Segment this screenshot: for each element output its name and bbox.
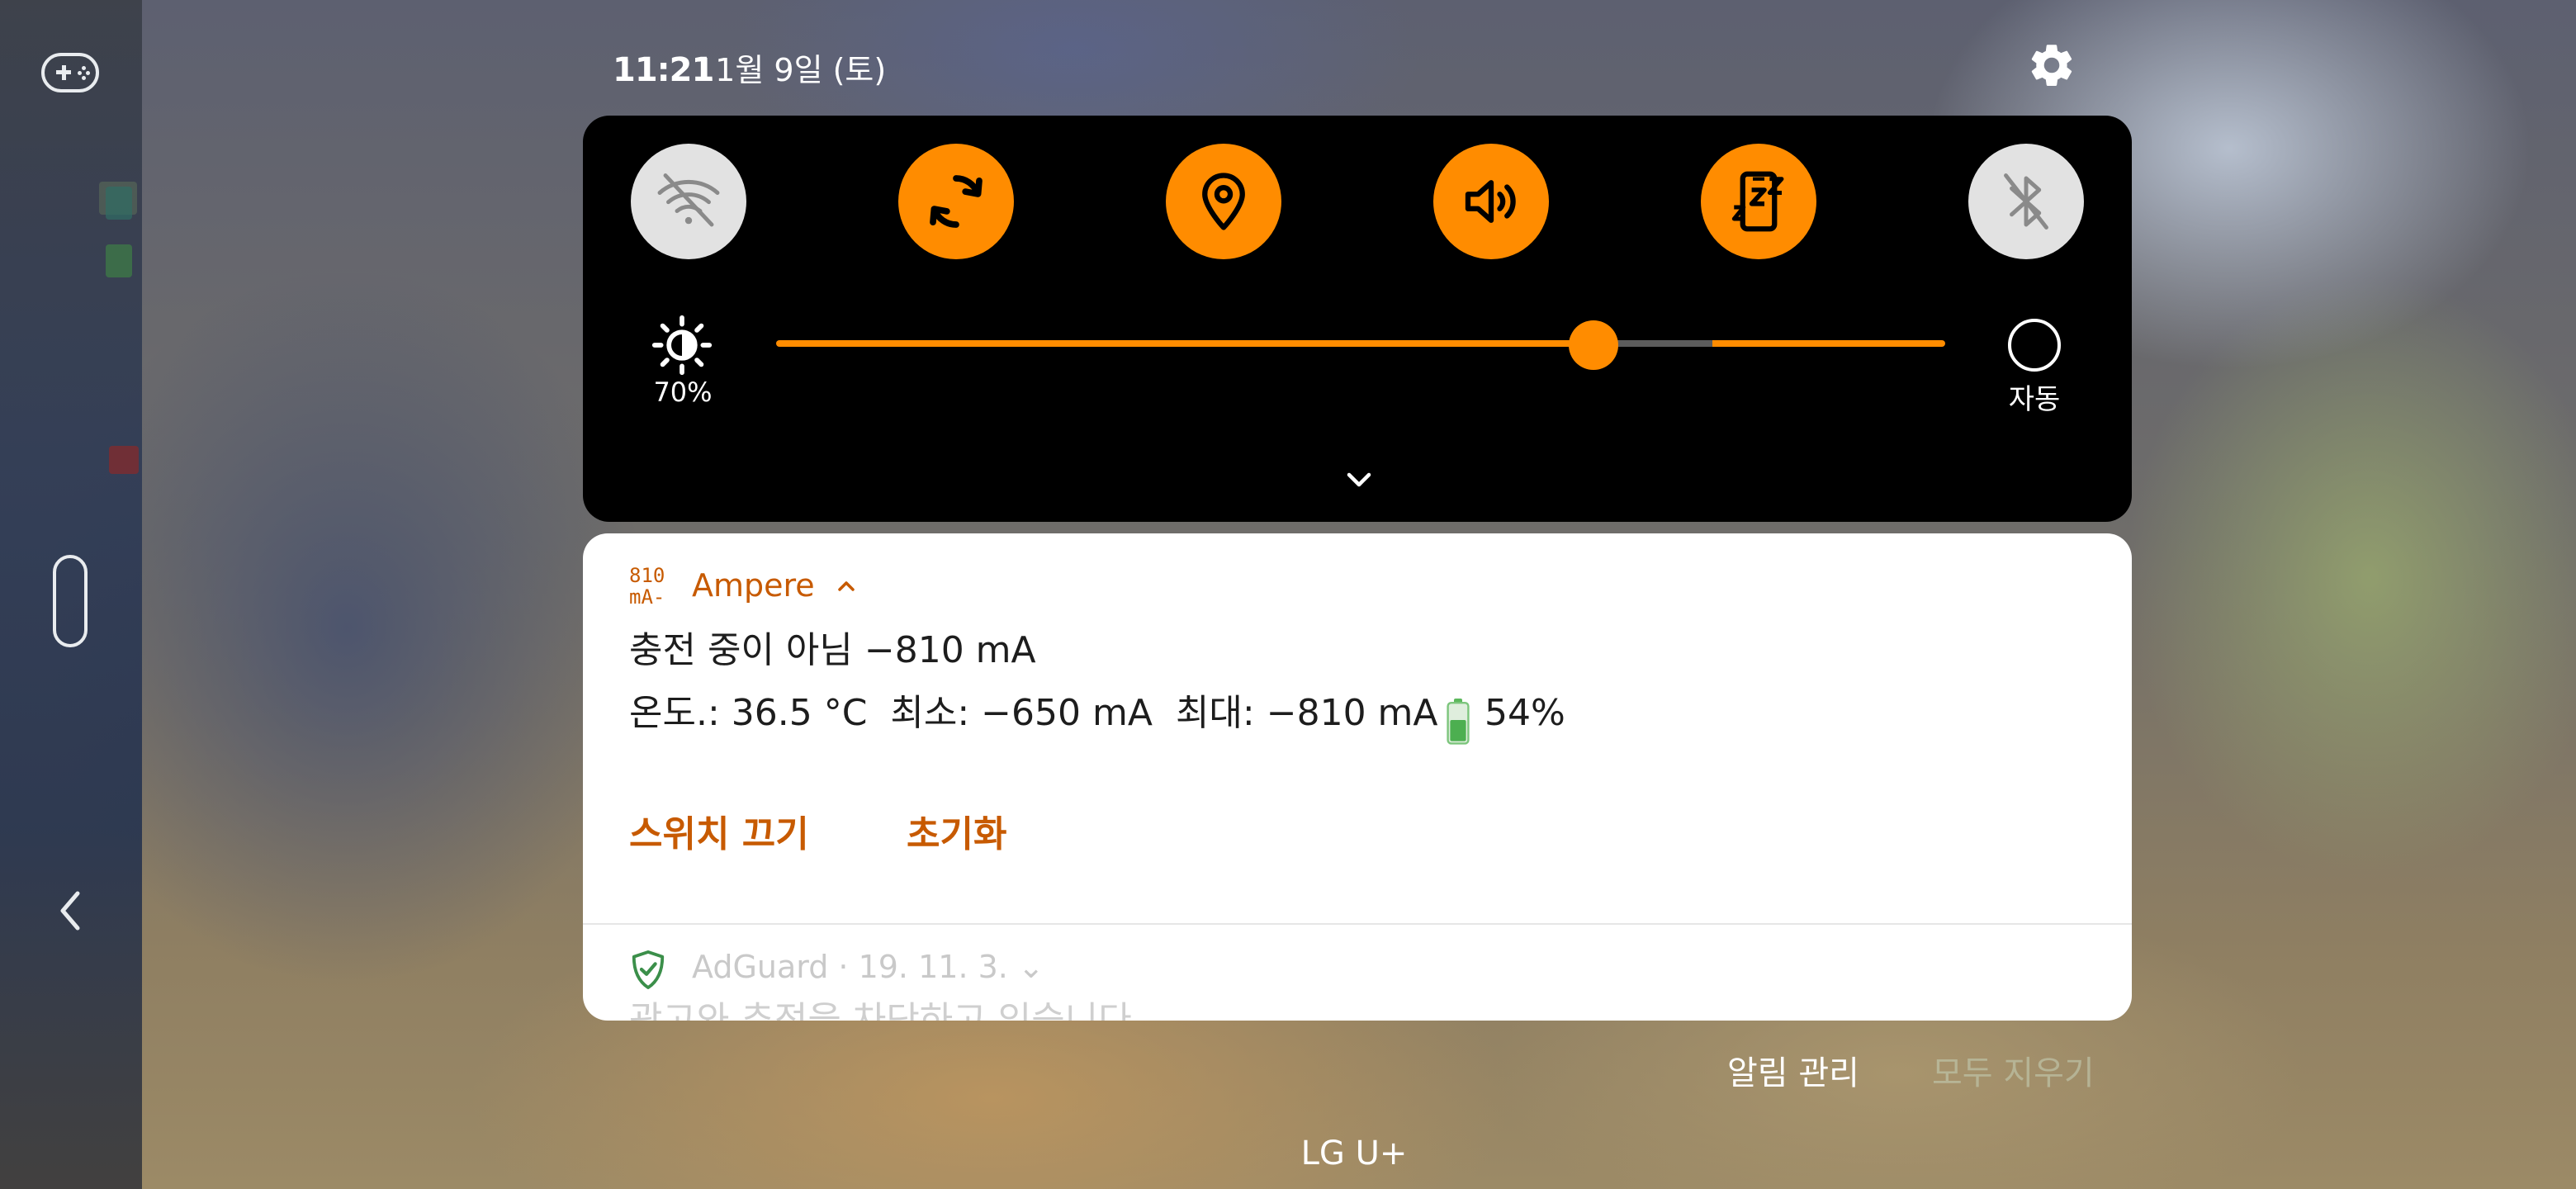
wifi-tile[interactable] bbox=[631, 144, 746, 259]
battery-icon bbox=[1447, 699, 1470, 745]
switch-off-button[interactable]: 스위치 끄기 bbox=[629, 808, 809, 862]
speaker-icon bbox=[1465, 180, 1516, 223]
auto-brightness-label: 자동 bbox=[2008, 383, 2061, 416]
notification-title: 충전 중이 아님 −810 mA bbox=[629, 629, 1036, 671]
location-pin-icon bbox=[1202, 173, 1245, 230]
bluetooth-tile[interactable] bbox=[1968, 144, 2084, 259]
gear-icon[interactable] bbox=[2026, 40, 2077, 91]
shield-check-icon bbox=[632, 950, 665, 989]
bluetooth-off-icon bbox=[2004, 173, 2048, 230]
side-handle[interactable] bbox=[53, 555, 88, 647]
game-tile bbox=[109, 446, 139, 474]
game-tile bbox=[106, 187, 132, 220]
reset-button[interactable]: 초기화 bbox=[907, 808, 1006, 862]
notification-app-name: Ampere bbox=[692, 567, 815, 604]
date: 11월 9일 (토) bbox=[695, 52, 887, 88]
battery-percent: 54% bbox=[1485, 692, 1565, 734]
quick-settings-panel: 70% 자동 bbox=[583, 116, 2132, 522]
carrier-label: LG U+ bbox=[1300, 1135, 1408, 1172]
brightness-value: 70% bbox=[653, 377, 713, 408]
chevron-up-icon[interactable] bbox=[836, 578, 857, 593]
wifi-off-icon bbox=[657, 173, 720, 227]
back-chevron-icon[interactable] bbox=[58, 890, 83, 931]
sound-tile[interactable] bbox=[1433, 144, 1549, 259]
notification-detail: 온도.: 36.5 °C 최소: −650 mA 최대: −810 mA bbox=[629, 692, 1438, 734]
game-tile bbox=[106, 244, 132, 277]
expand-chevron-icon[interactable] bbox=[1342, 467, 1376, 492]
gamepad-icon[interactable] bbox=[41, 53, 99, 92]
location-tile[interactable] bbox=[1166, 144, 1281, 259]
ampere-icon-bottom: mA- bbox=[629, 585, 665, 609]
adguard-notification-body: 광고와 추적을 차단하고 있습니다 bbox=[629, 999, 1132, 1021]
rotate-icon bbox=[930, 175, 983, 228]
brightness-slider[interactable] bbox=[776, 340, 1945, 347]
clear-all-button[interactable]: 모두 지우기 bbox=[1932, 1050, 2095, 1097]
adguard-notification-header: AdGuard · 19. 11. 3. ⌄ bbox=[692, 949, 1044, 985]
brightness-icon bbox=[651, 315, 713, 376]
divider bbox=[583, 923, 2132, 925]
brightness-slider-thumb[interactable] bbox=[1569, 320, 1618, 370]
notification-card[interactable]: 810 mA- Ampere 충전 중이 아님 −810 mA 온도.: 36.… bbox=[583, 533, 2132, 1021]
auto-brightness-toggle[interactable] bbox=[2008, 319, 2061, 372]
phone-sleep-icon bbox=[1731, 171, 1784, 232]
auto-rotate-tile[interactable] bbox=[898, 144, 1014, 259]
ampere-icon-top: 810 bbox=[629, 564, 665, 587]
manage-notifications-button[interactable]: 알림 관리 bbox=[1727, 1050, 1859, 1097]
ampere-app-icon: 810 mA- bbox=[629, 565, 679, 611]
do-not-disturb-tile[interactable] bbox=[1701, 144, 1816, 259]
